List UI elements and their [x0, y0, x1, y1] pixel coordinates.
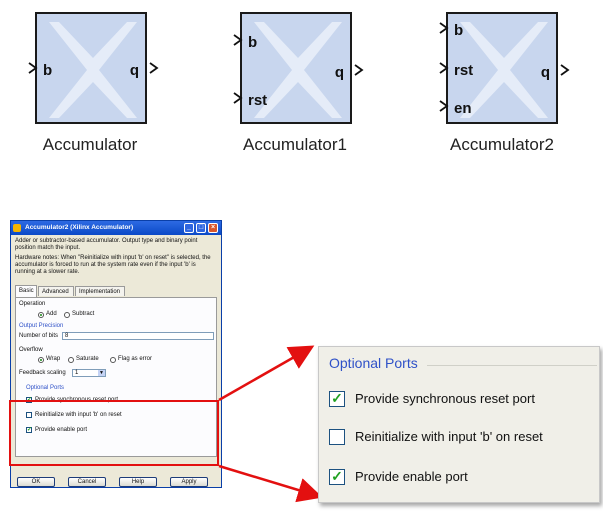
enable-port-label-zoom: Provide enable port: [355, 469, 468, 484]
reinit-checkbox-zoom[interactable]: [329, 429, 345, 445]
optional-ports-group-title: Optional Ports: [329, 355, 418, 371]
sync-reset-checkbox-zoom[interactable]: ✓: [329, 391, 345, 407]
optional-ports-zoom-panel: Optional Ports ✓ Provide synchronous res…: [318, 346, 600, 503]
group-divider: [427, 365, 597, 366]
callout-arrow-upper: [218, 345, 315, 402]
reinit-label-zoom: Reinitialize with input 'b' on reset: [355, 429, 543, 444]
sync-reset-label-zoom: Provide synchronous reset port: [355, 391, 535, 406]
enable-port-checkbox-zoom[interactable]: ✓: [329, 469, 345, 485]
callout-arrow-lower: [218, 464, 323, 503]
